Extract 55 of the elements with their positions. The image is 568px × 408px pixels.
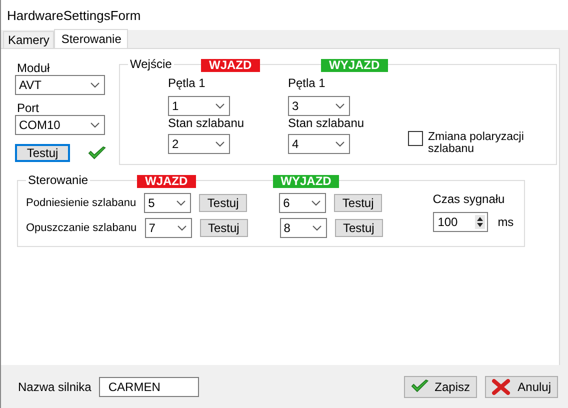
dropdown[interactable]: 5 bbox=[144, 192, 192, 212]
row-label: Podniesienie szlabanu bbox=[26, 196, 136, 210]
test-button[interactable]: Testuj bbox=[334, 194, 382, 212]
close-icon bbox=[492, 378, 510, 394]
checkbox[interactable] bbox=[408, 131, 423, 146]
dropdown[interactable]: 8 bbox=[280, 218, 327, 238]
field-label: Czas sygnału bbox=[432, 192, 506, 206]
chevron-down-icon bbox=[335, 141, 345, 147]
chevron-down-icon bbox=[312, 224, 322, 230]
dropdown[interactable]: 4 bbox=[288, 134, 350, 154]
chevron-down-icon bbox=[215, 141, 225, 147]
chevron-down-icon bbox=[90, 122, 100, 128]
tab[interactable]: Kamery bbox=[3, 31, 54, 48]
module-dropdown[interactable]: AVT bbox=[15, 75, 105, 95]
field-label: Stan szlabanu bbox=[288, 116, 364, 130]
chevron-down-icon bbox=[176, 200, 186, 206]
test-button[interactable]: Testuj bbox=[199, 194, 248, 212]
save-button[interactable]: Zapisz bbox=[404, 376, 477, 398]
chevron-down-icon bbox=[90, 82, 100, 88]
direction-badge: WJAZD bbox=[137, 175, 196, 188]
checkmark-icon bbox=[411, 379, 429, 394]
direction-badge: WYJAZD bbox=[321, 59, 388, 72]
checkmark-icon bbox=[88, 146, 106, 160]
chevron-down-icon bbox=[311, 200, 322, 206]
chevron-down-icon bbox=[176, 224, 187, 230]
checkbox-label: Zmiana polaryzacji szlabanu bbox=[428, 131, 525, 155]
group-title: Sterowanie bbox=[27, 173, 90, 187]
dropdown[interactable]: 7 bbox=[144, 218, 192, 238]
port-dropdown[interactable]: COM10 bbox=[15, 115, 105, 135]
field-label: Pętla 1 bbox=[288, 76, 326, 90]
group-title: Wejście bbox=[129, 57, 173, 71]
tab[interactable]: Sterowanie bbox=[54, 29, 128, 49]
chevron-down-icon bbox=[215, 103, 225, 109]
spinner-arrows-icon bbox=[474, 215, 485, 229]
test-button[interactable]: Testuj bbox=[334, 218, 383, 236]
field-label: Port bbox=[17, 101, 40, 115]
dropdown[interactable]: 1 bbox=[168, 96, 230, 116]
cancel-button[interactable]: Anuluj bbox=[485, 376, 558, 398]
direction-badge: WYJAZD bbox=[272, 175, 340, 188]
unit-label: ms bbox=[498, 215, 514, 229]
direction-badge: WJAZD bbox=[201, 59, 260, 72]
window-title: HardwareSettingsForm bbox=[1, 0, 568, 30]
field-label: Moduł bbox=[17, 61, 51, 75]
dropdown[interactable]: 2 bbox=[168, 134, 230, 154]
row-label: Opuszczanie szlabanu bbox=[26, 220, 137, 234]
dropdown[interactable]: 3 bbox=[288, 96, 350, 116]
field-label: Nazwa silnika bbox=[18, 380, 92, 394]
field-label: Pętla 1 bbox=[168, 76, 206, 90]
test-button[interactable]: Testuj bbox=[15, 144, 70, 162]
chevron-down-icon bbox=[335, 103, 345, 109]
text-field[interactable]: CARMEN bbox=[99, 376, 200, 396]
test-button[interactable]: Testuj bbox=[200, 218, 248, 236]
field-label: Stan szlabanu bbox=[168, 116, 244, 130]
number-spinner[interactable]: 100 bbox=[432, 212, 488, 232]
dropdown[interactable]: 6 bbox=[279, 192, 326, 212]
